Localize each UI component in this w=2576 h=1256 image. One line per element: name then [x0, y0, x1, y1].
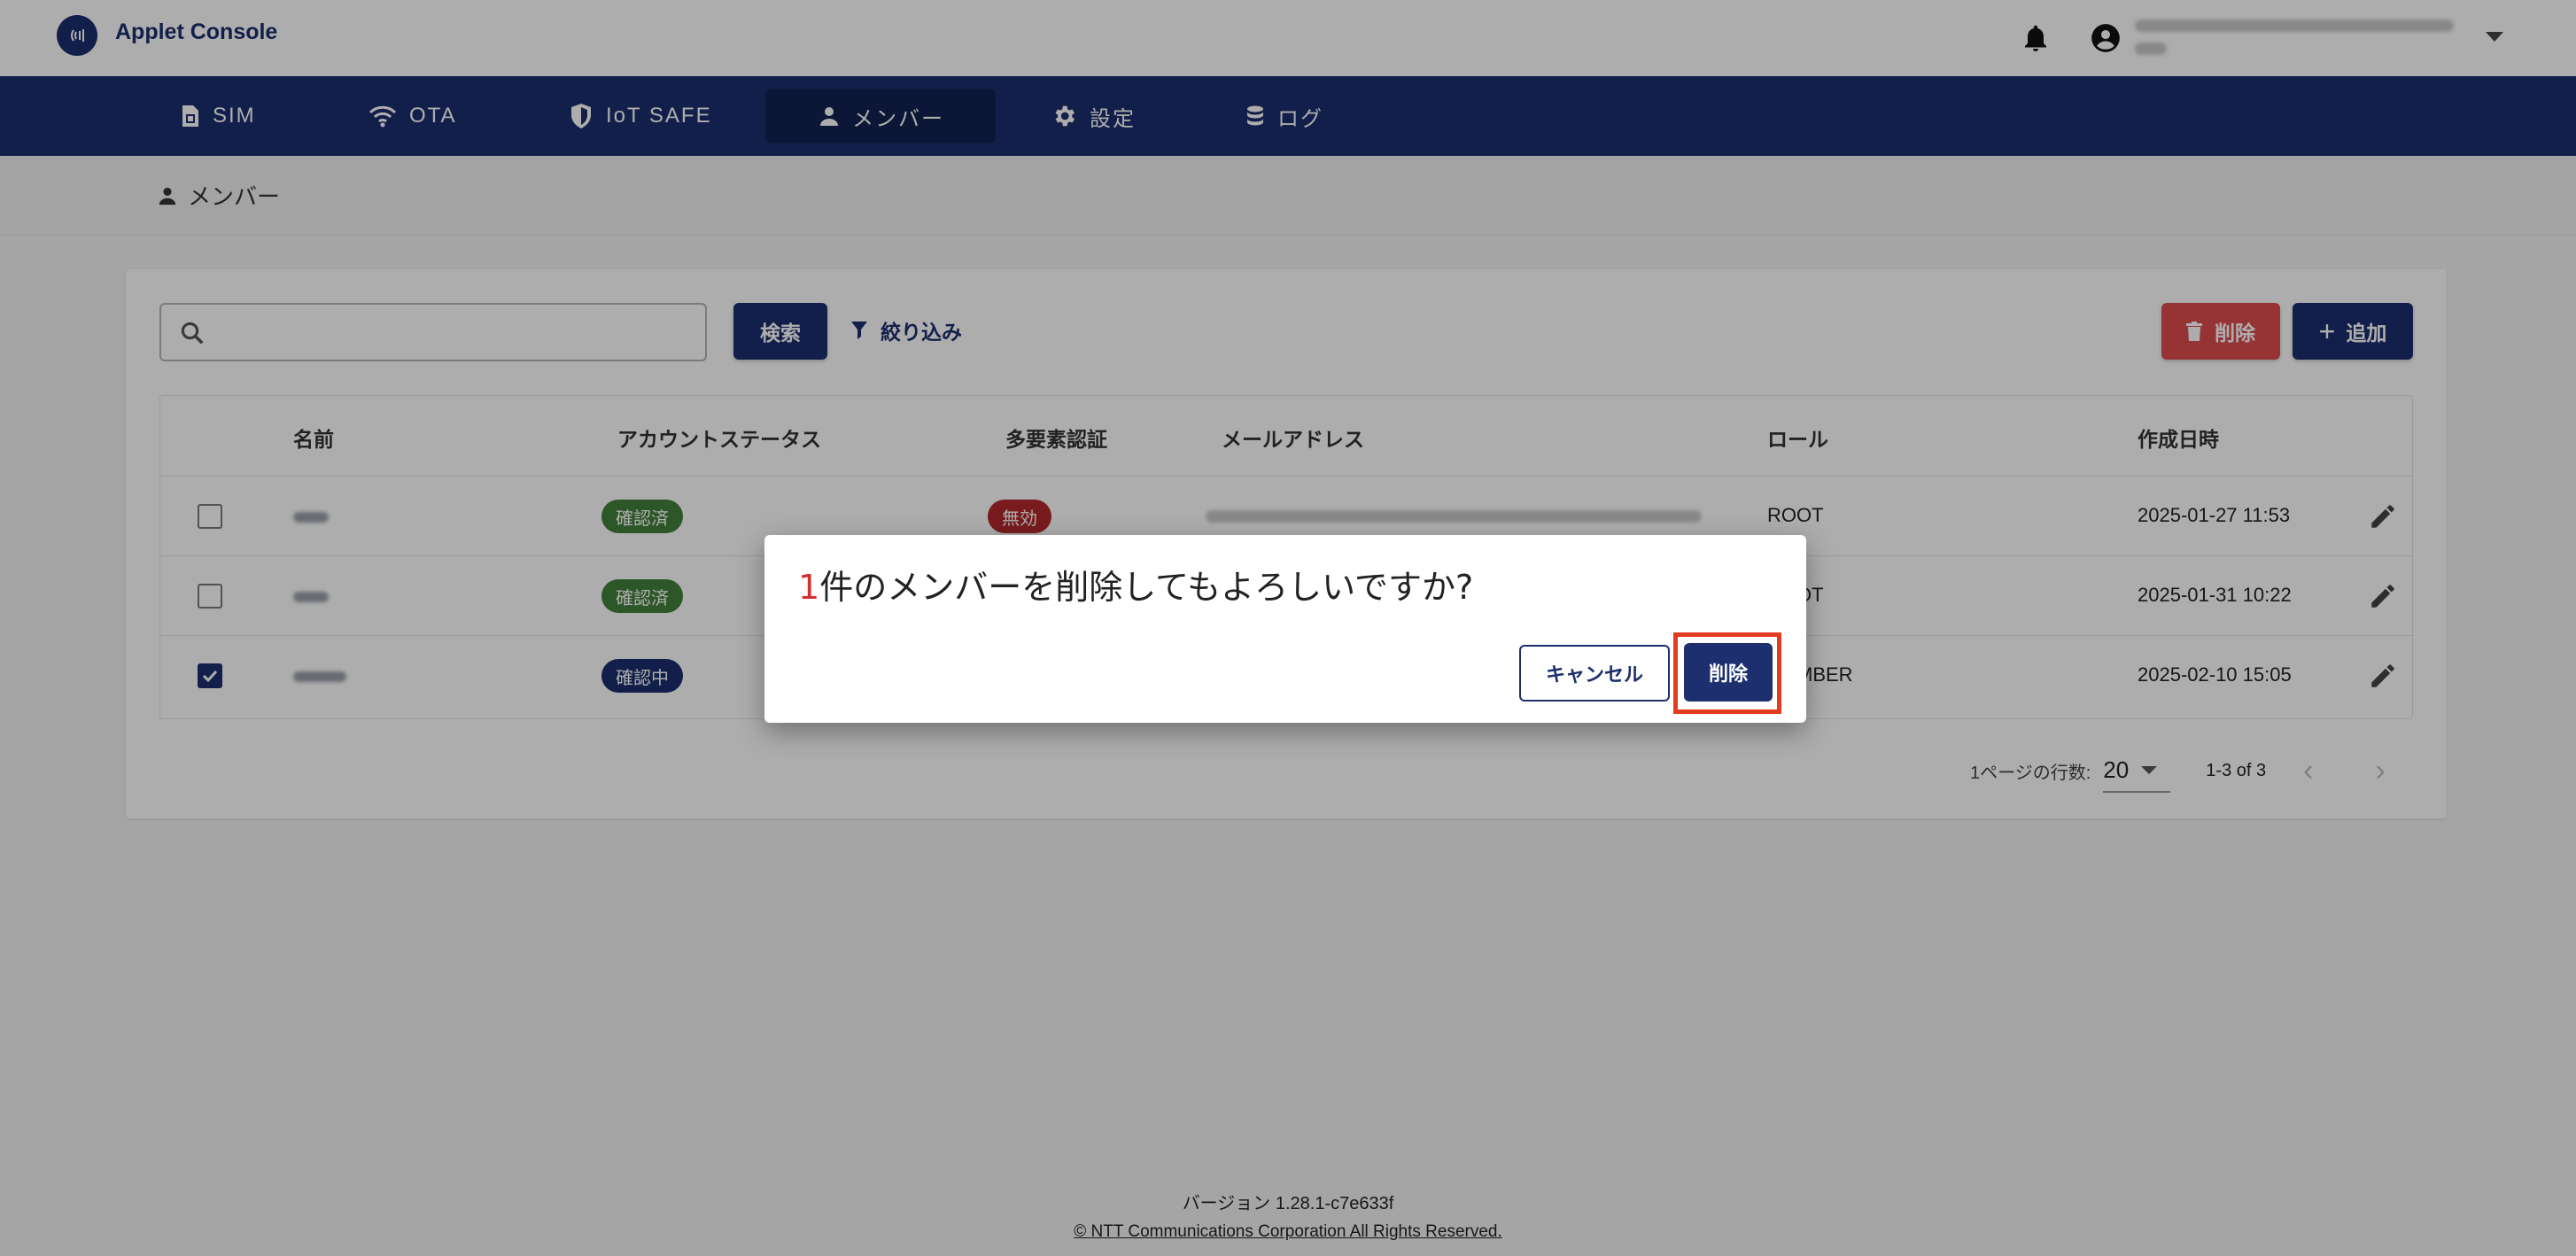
dialog-text: 件のメンバーを削除してもよろしいですか?: [819, 568, 1474, 607]
dialog-count: 1: [798, 568, 820, 607]
cancel-button[interactable]: キャンセル: [1519, 645, 1670, 702]
confirm-delete-button[interactable]: 削除: [1684, 643, 1773, 702]
delete-confirm-dialog: 1件のメンバーを削除してもよろしいですか? キャンセル 削除: [764, 535, 1806, 723]
dialog-message: 1件のメンバーを削除してもよろしいですか?: [798, 560, 1473, 609]
members-page: Applet Console SIM OTA IoT SAFE メンバー 設定 …: [0, 0, 2576, 1256]
